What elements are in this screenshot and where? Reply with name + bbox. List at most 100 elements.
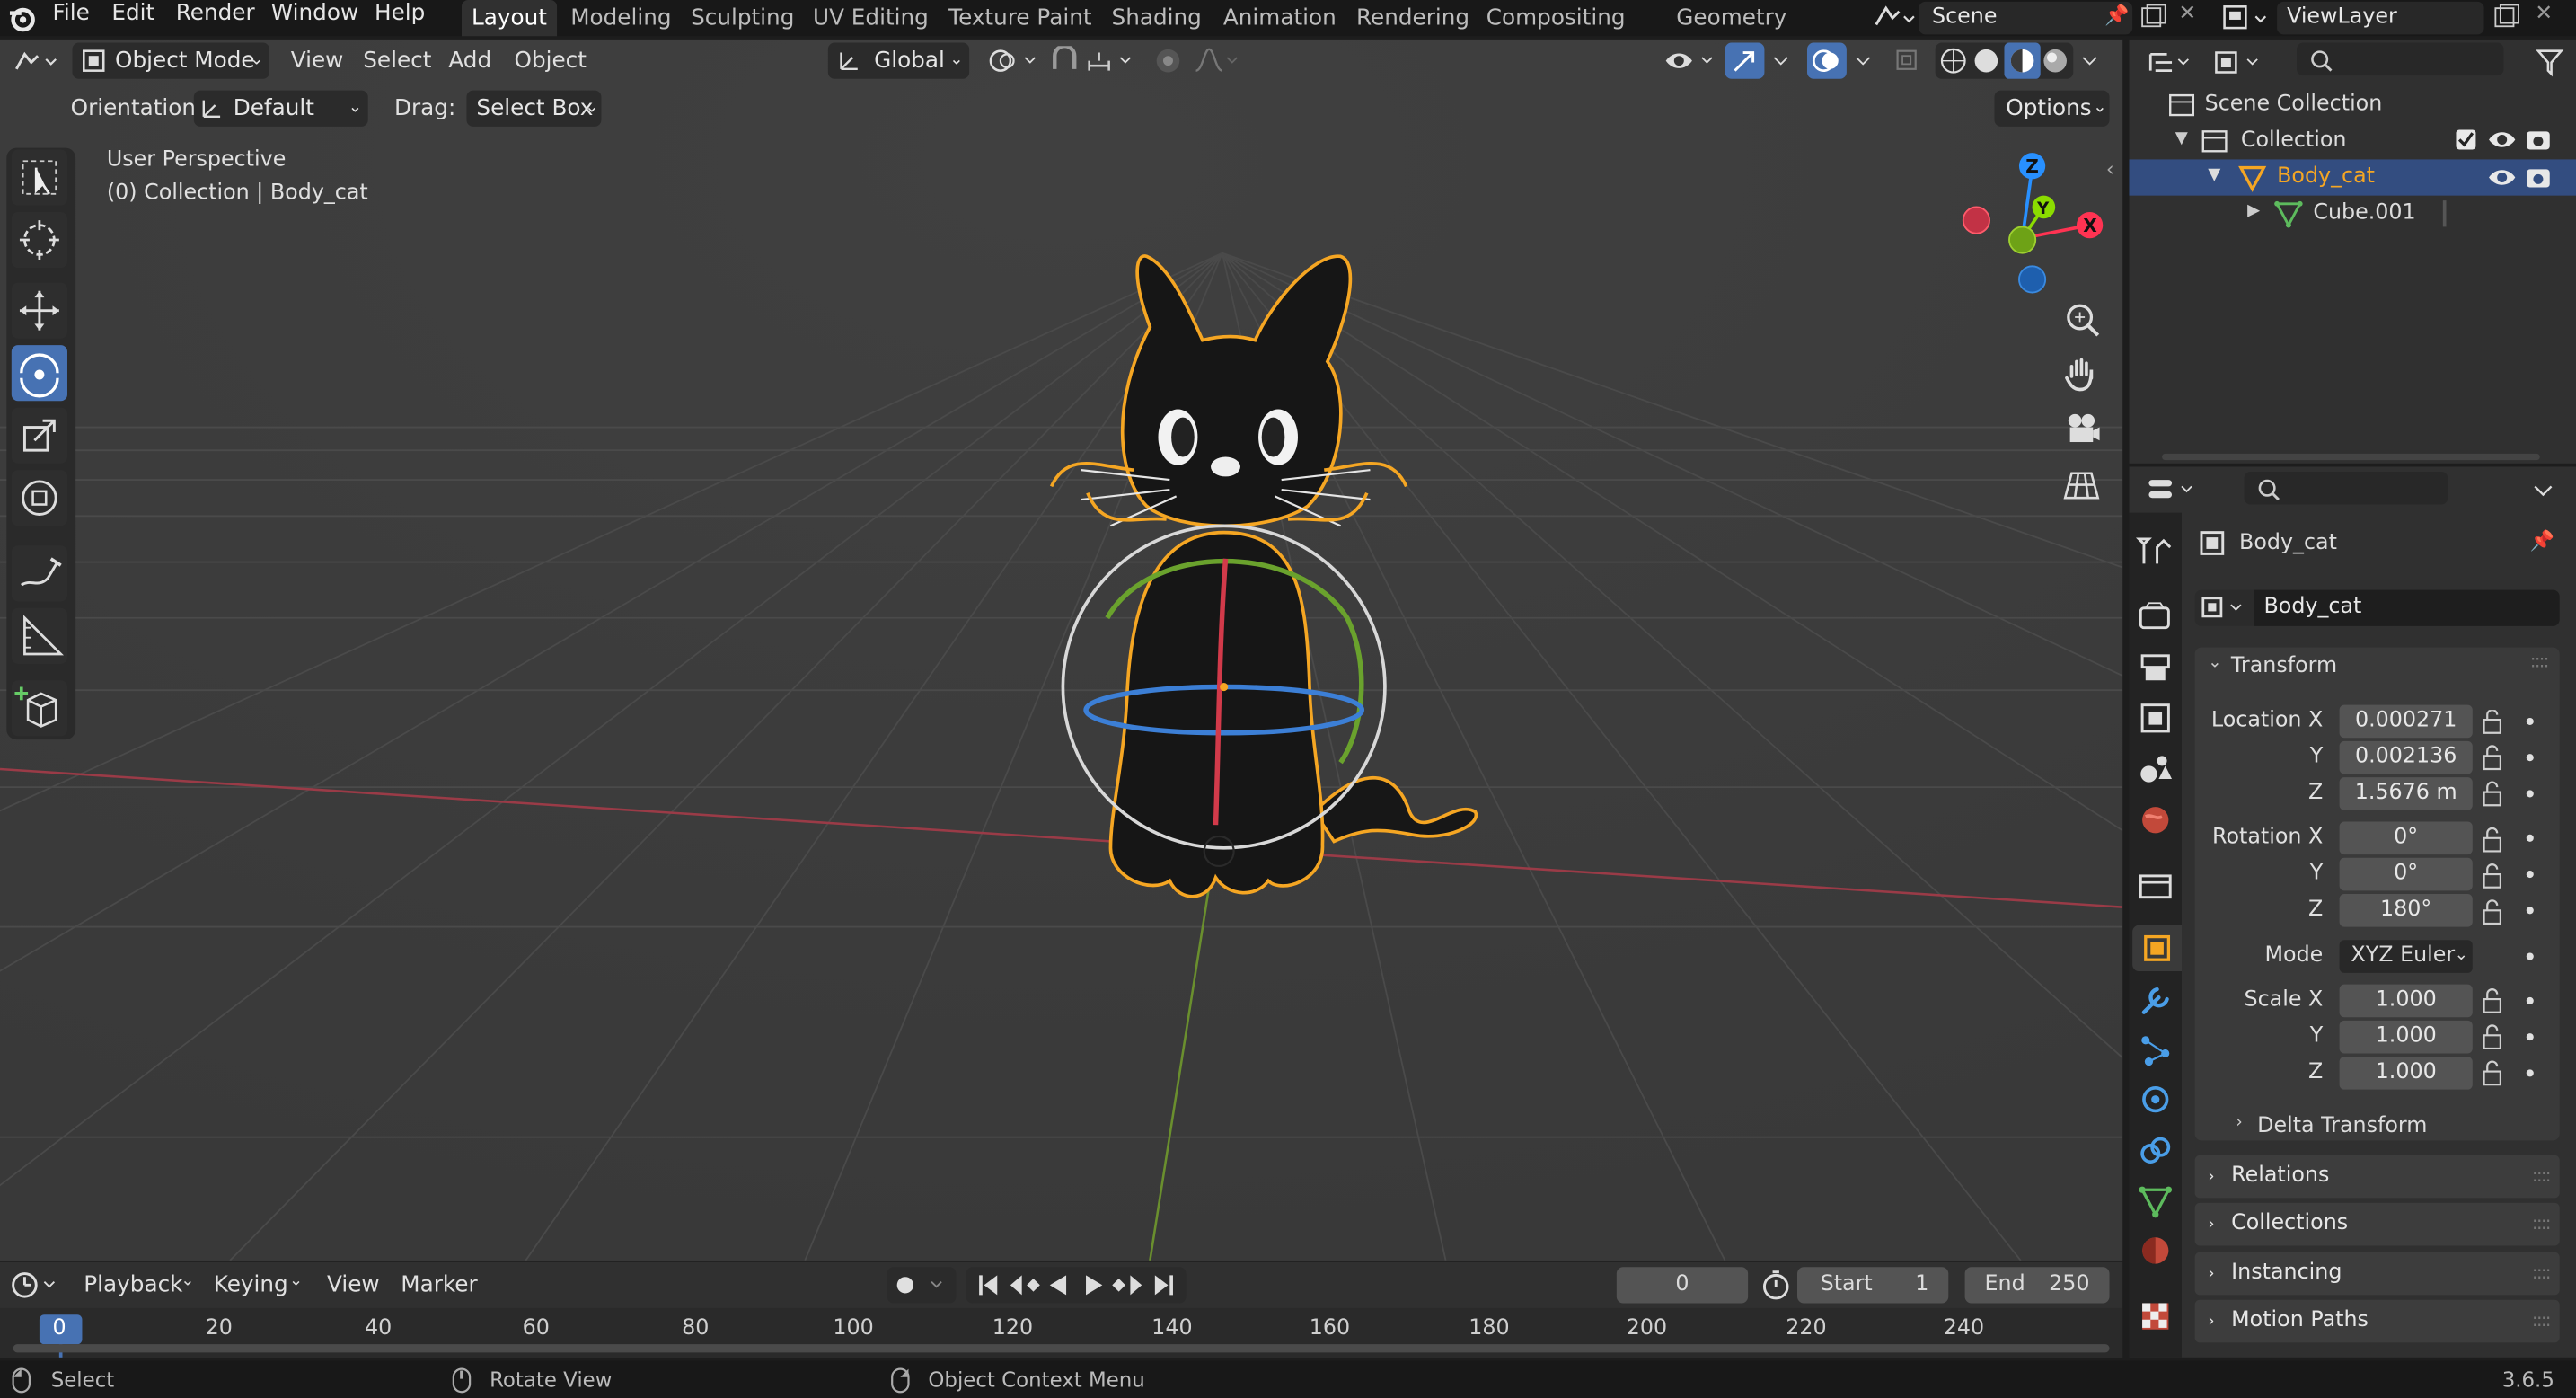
render-tab-icon[interactable] (2136, 597, 2175, 636)
pivot-point-icon[interactable] (985, 46, 1041, 75)
instancing-panel[interactable]: › Instancing :::: (2194, 1252, 2560, 1296)
scene-browse-icon[interactable] (1869, 2, 1915, 35)
gizmo-toggle-button[interactable] (1725, 42, 1765, 79)
data-tab-icon[interactable] (2136, 1181, 2175, 1221)
menu-help[interactable]: Help (375, 0, 425, 36)
output-tab-icon[interactable] (2136, 648, 2175, 687)
rendered-shading-icon[interactable] (2041, 46, 2070, 75)
pin-icon[interactable]: 📌 (2104, 4, 2129, 27)
overlays-toggle-button[interactable] (1806, 42, 1847, 79)
constraints-tab-icon[interactable] (2136, 1130, 2175, 1170)
collapse-collection-icon[interactable]: ▼ (2175, 129, 2188, 147)
play-icon[interactable] (1078, 1270, 1111, 1300)
eye-icon[interactable] (2487, 128, 2517, 152)
outliner-search-input[interactable] (2297, 42, 2504, 76)
auto-keying-button[interactable] (887, 1267, 957, 1304)
menu-timeline-view[interactable]: View (327, 1272, 380, 1298)
menu-keying[interactable]: Keying (214, 1272, 288, 1298)
view-layer-browse-icon[interactable] (2221, 2, 2274, 35)
next-keyframe-icon[interactable] (1110, 1270, 1146, 1300)
location-x-field[interactable]: 0.000271 (2339, 704, 2473, 739)
mesh-name-label[interactable]: Cube.001 (2313, 200, 2415, 225)
move-tool[interactable] (11, 282, 67, 339)
scale-tool[interactable] (11, 407, 67, 464)
tab-modeling[interactable]: Modeling (567, 0, 675, 36)
filter-icon[interactable] (2533, 46, 2566, 79)
scene-collection-label[interactable]: Scene Collection (2205, 92, 2383, 116)
menu-file[interactable]: File (53, 0, 90, 36)
transform-tool[interactable] (11, 470, 67, 526)
eye-icon[interactable] (2487, 166, 2517, 190)
play-reverse-icon[interactable] (1042, 1270, 1075, 1300)
menu-select[interactable]: Select (363, 48, 431, 74)
scale-y-field[interactable]: 1.000 (2339, 1020, 2473, 1054)
menu-add[interactable]: Add (448, 48, 491, 74)
rotation-x-field[interactable]: 0° (2339, 821, 2473, 855)
chevron-down-icon[interactable] (1850, 46, 1876, 75)
menu-edit[interactable]: Edit (111, 0, 154, 36)
menu-playback[interactable]: Playback (84, 1272, 182, 1298)
properties-search-input[interactable] (2244, 471, 2448, 505)
tab-compositing[interactable]: Compositing (1485, 0, 1626, 36)
transform-orientation-dropdown[interactable]: Global ⌄ (827, 42, 970, 79)
expand-delta-icon[interactable]: › (2236, 1114, 2242, 1132)
motion-paths-panel[interactable]: › Motion Paths :::: (2194, 1299, 2560, 1343)
menu-render[interactable]: Render (176, 0, 255, 36)
rotation-z-field[interactable]: 180° (2339, 894, 2473, 927)
pin-icon[interactable]: 📌 (2530, 529, 2554, 553)
delta-transform-subpanel[interactable]: Delta Transform (2257, 1114, 2427, 1138)
current-frame-field[interactable]: 0 (1616, 1267, 1749, 1304)
proportional-editing-icon[interactable] (1153, 46, 1187, 75)
rotate-tool[interactable] (11, 345, 67, 402)
tab-texture-paint[interactable]: Texture Paint (943, 0, 1098, 36)
checkbox-icon[interactable] (2455, 128, 2478, 152)
tab-animation[interactable]: Animation (1219, 0, 1340, 36)
chevron-down-icon[interactable] (2077, 46, 2103, 75)
object-tab-active[interactable] (2132, 925, 2183, 971)
chevron-down-icon[interactable] (2530, 476, 2556, 502)
tab-geometry-nodes[interactable]: Geometry Nodes (1639, 0, 1823, 67)
start-frame-field[interactable]: Start 1 (1797, 1267, 1949, 1304)
particles-tab-icon[interactable] (2136, 1031, 2175, 1070)
collapse-object-icon[interactable]: ▼ (2208, 166, 2220, 184)
view-layer-tab-icon[interactable] (2136, 698, 2175, 738)
modifier-tab-icon[interactable] (2136, 979, 2175, 1019)
display-mode-icon[interactable] (2211, 46, 2267, 79)
stopwatch-icon[interactable] (1760, 1269, 1793, 1302)
annotate-tool[interactable] (11, 545, 67, 602)
rotation-mode-dropdown[interactable]: XYZ Euler ⌄ (2339, 940, 2473, 973)
scene-name-field[interactable]: Scene (1919, 1, 2133, 35)
snap-icon[interactable] (1048, 46, 1088, 75)
navigation-gizmo[interactable]: Z X Y (1948, 148, 2113, 296)
end-frame-field[interactable]: End 250 (1964, 1267, 2110, 1304)
delete-scene-icon[interactable]: ✕ (2178, 2, 2196, 26)
expand-mesh-icon[interactable]: ▶ (2247, 202, 2260, 220)
3d-viewport[interactable]: Object Mode ⌄ View Select Add Object Glo… (0, 39, 2123, 1261)
object-mode-dropdown[interactable]: Object Mode ⌄ (72, 42, 269, 79)
scene-tab-icon[interactable] (2136, 749, 2175, 789)
timeline-editor-icon[interactable] (10, 1269, 63, 1302)
tab-uv-editing[interactable]: UV Editing (812, 0, 931, 36)
xray-icon[interactable] (1892, 46, 1922, 75)
object-name-label[interactable]: Body_cat (2277, 164, 2375, 189)
properties-editor-icon[interactable] (2146, 473, 2201, 507)
scale-z-field[interactable]: 1.000 (2339, 1057, 2473, 1090)
snap-target-icon[interactable] (1084, 46, 1140, 75)
select-box-tool[interactable] (11, 149, 67, 206)
delete-view-layer-icon[interactable]: ✕ (2535, 2, 2553, 26)
cursor-tool[interactable] (11, 211, 67, 269)
location-z-field[interactable]: 1.5676 m (2339, 777, 2473, 810)
tab-shading[interactable]: Shading (1109, 0, 1204, 36)
add-cube-tool[interactable] (11, 680, 67, 737)
blender-logo-icon[interactable] (6, 4, 36, 33)
relations-panel[interactable]: › Relations :::: (2194, 1155, 2560, 1199)
menu-marker[interactable]: Marker (401, 1272, 477, 1298)
tool-tab-icon[interactable] (2135, 531, 2175, 571)
orientation-dropdown[interactable]: Default ⌄ (193, 90, 368, 127)
outliner-scrollbar[interactable] (2162, 453, 2540, 461)
jump-end-icon[interactable] (1147, 1270, 1180, 1300)
drag-dropdown[interactable]: Select Box ⌄ (466, 90, 602, 127)
chevron-down-icon[interactable] (1768, 46, 1794, 75)
drag-handle-icon[interactable]: :::: (2530, 650, 2550, 672)
camera-render-icon[interactable] (2523, 127, 2553, 153)
